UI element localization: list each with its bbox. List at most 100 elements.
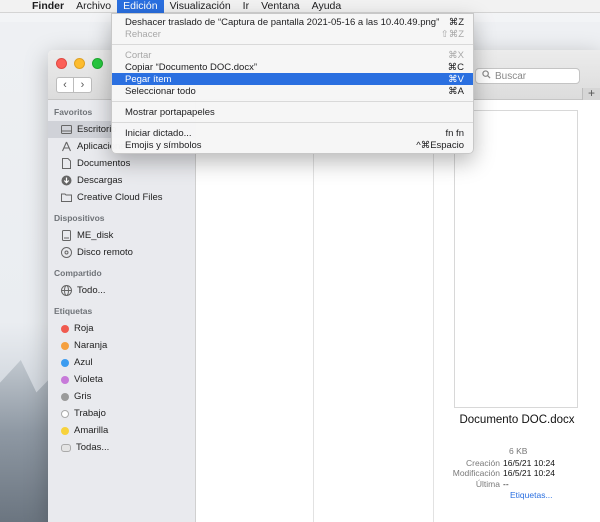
menu-item-shortcut: ⌘Z [448,16,464,28]
column-2[interactable] [314,100,434,522]
sidebar-item-label: ME_disk [77,230,114,241]
menu-item-label: Deshacer traslado de “Captura de pantall… [125,16,440,28]
applications-icon [61,141,72,152]
meta-creacion: Creación 16/5/21 10:24 [448,458,598,468]
menu-edicion[interactable]: Edición [117,0,164,13]
sidebar-tag-violeta[interactable]: Violeta [48,371,195,388]
search-input[interactable]: Buscar [475,68,580,84]
menu-item-cortar[interactable]: Cortar ⌘X [112,49,473,61]
sidebar-dispositivos: Dispositivos ME_disk Disco remoto [48,206,195,261]
preview-file-size: 6 KB [509,446,528,456]
menu-item-iniciar-dictado[interactable]: Iniciar dictado... fn fn [112,127,473,139]
sidebar-heading: Compartido [54,268,102,278]
zoom-button[interactable] [92,58,103,69]
menu-archivo[interactable]: Archivo [70,0,117,13]
sidebar-tag-azul[interactable]: Azul [48,354,195,371]
menu-item-shortcut: ⌘A [448,85,464,97]
sidebar-item-label: Azul [74,357,93,368]
tag-dot-icon [61,324,69,333]
tag-dot-icon [61,409,69,418]
meta-value: 16/5/21 10:24 [503,468,555,478]
remote-disc-icon [61,247,72,258]
sidebar-item-creative-cloud[interactable]: Creative Cloud Files [48,189,195,206]
menu-item-label: Mostrar portapapeles [125,106,215,118]
meta-modificacion: Modificación 16/5/21 10:24 [448,468,598,478]
minimize-button[interactable] [74,58,85,69]
sidebar-item-descargas[interactable]: Descargas [48,172,195,189]
sidebar-item-label: Roja [74,323,94,334]
menu-item-label: Emojis y símbolos [125,139,202,151]
menu-item-shortcut: fn fn [445,127,465,139]
menu-item-shortcut: ⌘C [447,61,464,73]
sidebar-tag-roja[interactable]: Roja [48,320,195,337]
disk-icon [61,230,72,241]
sidebar-item-label: Gris [74,391,92,402]
desktop-icon [61,124,72,135]
file-preview-thumbnail [454,110,578,408]
meta-label: Última [475,479,500,489]
menu-bar: Finder Archivo Edición Visualización Ir … [0,0,600,13]
menu-item-mostrar-portapapeles[interactable]: Mostrar portapapeles [112,106,473,118]
menu-item-pegar[interactable]: Pegar ítem ⌘V [112,73,473,85]
meta-ultima: Última -- [448,479,598,489]
sidebar-item-me-disk[interactable]: ME_disk [48,227,195,244]
menu-item-label: Iniciar dictado... [125,127,192,139]
sidebar-item-label: Creative Cloud Files [77,192,163,203]
menu-ventana[interactable]: Ventana [255,0,306,13]
menu-item-label: Pegar ítem [125,73,172,85]
sidebar-item-label: Documentos [77,158,131,169]
sidebar: Favoritos Escritorio Aplicaciones Docume… [48,100,196,522]
sidebar-item-label: Trabajo [74,408,106,419]
sidebar-tag-naranja[interactable]: Naranja [48,337,195,354]
tag-dot-icon [61,358,69,367]
tag-dot-icon [61,392,69,401]
search-icon [482,70,491,82]
sidebar-tag-todas[interactable]: Todas... [48,439,195,456]
meta-value: -- [503,479,509,489]
etiquetas-link[interactable]: Etiquetas... [510,490,553,500]
forward-button[interactable]: › [74,77,92,93]
menu-item-rehacer[interactable]: Rehacer ⇧⌘Z [112,28,473,40]
sidebar-item-disco-remoto[interactable]: Disco remoto [48,244,195,261]
download-icon [61,175,72,186]
tag-dot-icon [61,426,69,435]
sidebar-heading: Etiquetas [54,306,93,316]
sidebar-item-documentos[interactable]: Documentos [48,155,195,172]
column-1[interactable] [196,100,314,522]
menu-item-emojis[interactable]: Emojis y símbolos ^⌘Espacio [112,139,473,151]
edit-menu-dropdown: Deshacer traslado de “Captura de pantall… [111,13,474,154]
menu-item-seleccionar-todo[interactable]: Seleccionar todo ⌘A [112,85,473,97]
menu-item-shortcut: ⌘V [448,73,464,85]
search-placeholder: Buscar [495,70,527,82]
sidebar-tag-trabajo[interactable]: Trabajo [48,405,195,422]
menu-separator [112,44,473,45]
sidebar-tag-amarilla[interactable]: Amarilla [48,422,195,439]
tag-dot-icon [61,375,69,384]
sidebar-tag-gris[interactable]: Gris [48,388,195,405]
menu-ir[interactable]: Ir [237,0,255,13]
close-button[interactable] [56,58,67,69]
back-button[interactable]: ‹ [56,77,74,93]
menu-item-label: Cortar [125,49,152,61]
sidebar-item-todo[interactable]: Todo... [48,282,195,299]
sidebar-item-label: Naranja [74,340,108,351]
sidebar-item-label: Todas... [76,442,110,453]
all-tags-icon [61,443,71,452]
meta-value: 16/5/21 10:24 [503,458,555,468]
window-controls [56,58,103,69]
menu-item-deshacer[interactable]: Deshacer traslado de “Captura de pantall… [112,16,473,28]
menu-visualizacion[interactable]: Visualización [164,0,237,13]
tag-dot-icon [61,341,69,350]
menu-separator [112,101,473,102]
menu-ayuda[interactable]: Ayuda [306,0,348,13]
sidebar-item-label: Amarilla [74,425,109,436]
menu-item-shortcut: ⇧⌘Z [440,28,464,40]
menu-finder[interactable]: Finder [26,0,70,13]
menu-item-shortcut: ⌘X [448,49,464,61]
menu-item-label: Rehacer [125,28,161,40]
document-icon [61,158,72,169]
sidebar-etiquetas: Etiquetas Roja Naranja Azul Violeta Gris [48,299,195,456]
menu-item-label: Copiar “Documento DOC.docx” [125,61,257,73]
new-tab-button[interactable]: + [582,87,600,100]
menu-item-copiar[interactable]: Copiar “Documento DOC.docx” ⌘C [112,61,473,73]
